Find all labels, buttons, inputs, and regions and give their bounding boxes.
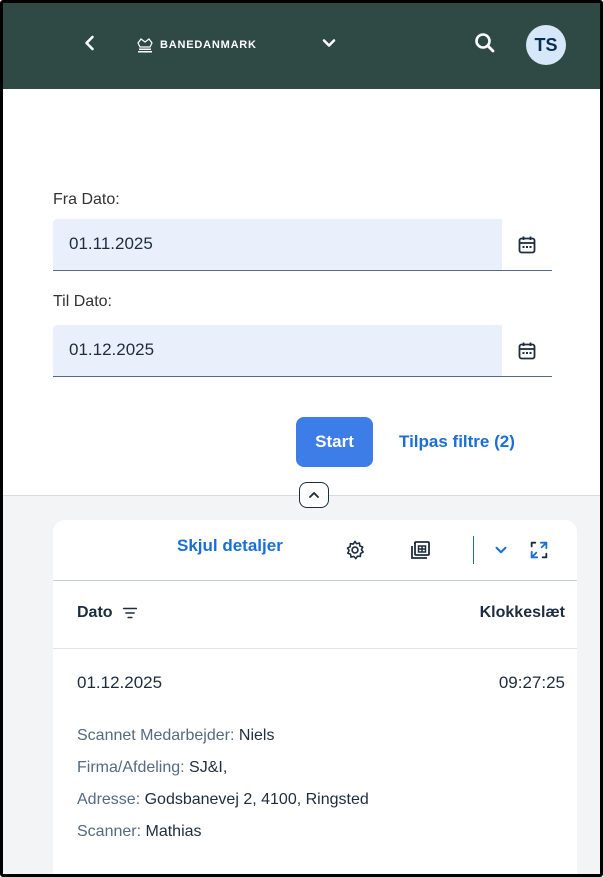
table-header: Dato Klokkeslæt: [53, 581, 577, 649]
row-time: 09:27:25: [498, 673, 565, 692]
from-date-label: Fra Dato:: [53, 191, 120, 208]
table-row[interactable]: 01.12.2025 09:27:25 Scannet Medarbejder:…: [53, 649, 577, 874]
detail-value: Niels: [238, 727, 275, 744]
shell-bar: BANEDANMARK TS: [3, 3, 600, 89]
brand-logo[interactable]: BANEDANMARK: [136, 37, 257, 53]
detail-employee: Scannet Medarbejder: Niels: [77, 727, 274, 745]
chevron-down-icon[interactable]: [319, 33, 339, 53]
calendar-icon[interactable]: [502, 219, 552, 270]
back-icon[interactable]: [78, 31, 102, 55]
detail-value: SJ&I,: [189, 759, 228, 776]
from-date-picker: [53, 219, 552, 271]
toolbar-separator: [473, 536, 474, 564]
to-date-picker: [53, 325, 552, 377]
to-date-label: Til Dato:: [53, 293, 112, 310]
detail-scanner: Scanner: Mathias: [77, 823, 202, 841]
table-card: Skjul detaljer Dato Klokkeslæt 01.12.202…: [53, 520, 577, 874]
column-header-time[interactable]: Klokkeslæt: [480, 604, 565, 622]
filter-bar: Fra Dato: Til Dato: Start Tilpas filtre …: [3, 89, 600, 496]
detail-company: Firma/Afdeling: SJ&I,: [77, 759, 227, 777]
settings-icon[interactable]: [343, 538, 367, 562]
detail-label: Scanner:: [77, 823, 142, 840]
detail-value: Mathias: [145, 823, 202, 840]
column-header-date-label: Dato: [77, 604, 113, 621]
detail-label: Scannet Medarbejder:: [77, 727, 235, 744]
to-date-input[interactable]: [53, 325, 501, 375]
content-area: Skjul detaljer Dato Klokkeslæt 01.12.202…: [3, 496, 600, 874]
adapt-filters-button[interactable]: Tilpas filtre (2): [389, 417, 525, 467]
collapse-header-button[interactable]: [299, 482, 329, 508]
chevron-up-icon: [309, 492, 319, 498]
table-toolbar: Skjul detaljer: [53, 520, 577, 581]
fullscreen-icon[interactable]: [527, 538, 551, 562]
calendar-icon[interactable]: [502, 325, 552, 376]
from-date-input[interactable]: [53, 219, 501, 269]
chevron-down-icon[interactable]: [489, 538, 513, 562]
crown-icon: [137, 38, 153, 53]
row-date: 01.12.2025: [77, 673, 163, 692]
brand-name: BANEDANMARK: [160, 39, 257, 51]
detail-label: Firma/Afdeling:: [77, 759, 185, 776]
export-icon[interactable]: [408, 538, 432, 562]
hide-details-button[interactable]: Skjul detaljer: [177, 536, 283, 556]
detail-address: Adresse: Godsbanevej 2, 4100, Ringsted: [77, 791, 369, 809]
start-button[interactable]: Start: [296, 417, 373, 467]
detail-label: Adresse:: [77, 791, 141, 808]
sort-icon: [122, 607, 137, 619]
column-header-date[interactable]: Dato: [77, 604, 139, 622]
detail-value: Godsbanevej 2, 4100, Ringsted: [144, 791, 369, 808]
avatar[interactable]: TS: [526, 25, 566, 65]
app-frame: BANEDANMARK TS Fra Dato: Til Dato: Start…: [0, 0, 603, 877]
search-icon[interactable]: [473, 31, 497, 55]
